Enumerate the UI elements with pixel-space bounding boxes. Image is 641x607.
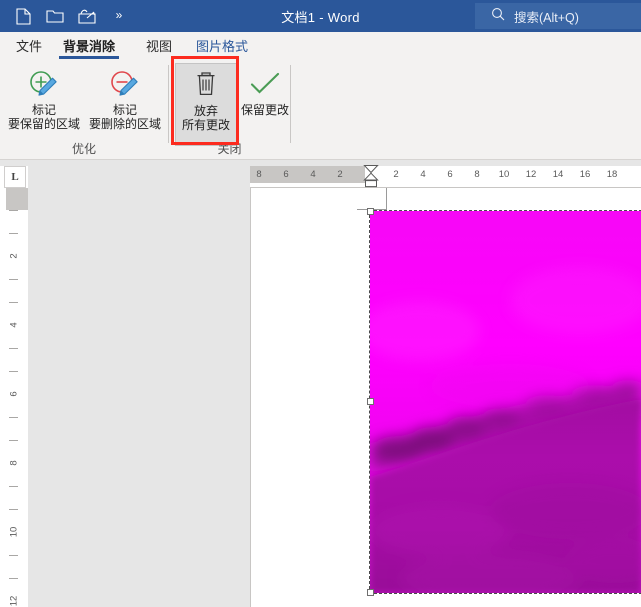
quick-access-toolbar: » (12, 0, 130, 32)
tab-view[interactable]: 视图 (138, 32, 180, 59)
vruler-tick-10: 10 (8, 526, 20, 538)
selected-picture[interactable] (369, 210, 641, 594)
mark-areas-to-remove-icon (108, 67, 142, 101)
search-placeholder: 搜索(Alt+Q) (514, 10, 579, 25)
mark-keep-label-2: 要保留的区域 (7, 117, 80, 131)
more-commands-icon[interactable]: » (108, 5, 130, 27)
page-margin-guide-vertical (386, 188, 387, 210)
ribbon-group-refine: 标记 要保留的区域 标记 要删除的区域 优化 (0, 59, 168, 159)
title-bar: » 文档1 - Word 搜索(Alt+Q) (0, 0, 641, 32)
hruler-tick-6l: 6 (283, 169, 289, 180)
horizontal-ruler[interactable]: 8 6 4 2 2 4 6 8 10 12 14 16 18 (250, 165, 641, 188)
hruler-tick-12: 12 (525, 169, 537, 180)
new-document-icon[interactable] (12, 5, 34, 27)
discard-all-changes-button[interactable]: 放弃 所有更改 (175, 63, 237, 146)
hruler-tick-6: 6 (447, 169, 453, 180)
horizontal-ruler-margin-shade (250, 166, 365, 183)
hruler-tick-4: 4 (420, 169, 426, 180)
hruler-tick-2l: 2 (337, 169, 343, 180)
mark-keep-label-1: 标记 (31, 103, 56, 117)
ribbon-group-separator-2 (290, 65, 291, 143)
checkmark-icon (248, 67, 282, 101)
workspace-left-background (28, 160, 250, 607)
ribbon: 标记 要保留的区域 标记 要删除的区域 优化 放弃 所有更改 保留更改 关闭 (0, 59, 641, 160)
ribbon-group-close: 放弃 所有更改 保留更改 关闭 (169, 59, 290, 159)
tab-file[interactable]: 文件 (8, 32, 50, 59)
resize-handle-bottom-left[interactable] (367, 589, 374, 596)
open-folder-icon[interactable] (44, 5, 66, 27)
resize-handle-top-left[interactable] (367, 208, 374, 215)
vruler-tick-4: 4 (8, 322, 20, 328)
resize-handle-middle-left[interactable] (367, 398, 374, 405)
tab-picture-format[interactable]: 图片格式 (188, 32, 256, 59)
trash-can-icon (193, 68, 219, 102)
hruler-tick-2: 2 (393, 169, 399, 180)
mark-areas-to-keep-icon (27, 67, 61, 101)
search-icon (491, 7, 505, 26)
mark-areas-to-keep-button[interactable]: 标记 要保留的区域 (5, 63, 83, 139)
more-commands-label: » (115, 7, 123, 22)
mark-areas-to-remove-button[interactable]: 标记 要删除的区域 (86, 63, 164, 139)
hruler-tick-8: 8 (474, 169, 480, 180)
indent-markers[interactable] (363, 165, 379, 188)
discard-all-label-2: 所有更改 (181, 118, 230, 132)
mark-remove-label-2: 要删除的区域 (88, 117, 161, 131)
hruler-tick-8l: 8 (256, 169, 262, 180)
keep-changes-button[interactable]: 保留更改 (237, 63, 293, 139)
hruler-tick-14: 14 (552, 169, 564, 180)
save-icon[interactable] (76, 5, 98, 27)
vertical-ruler-margin-shade (6, 188, 28, 210)
tab-stop-selector-button[interactable]: L (4, 166, 26, 188)
vertical-ruler[interactable]: 2 4 6 8 10 (0, 188, 28, 607)
discard-all-label-1: 放弃 (193, 104, 218, 118)
hruler-tick-16: 16 (579, 169, 591, 180)
ribbon-group-close-label: 关闭 (217, 142, 242, 156)
mark-remove-label-1: 标记 (112, 103, 137, 117)
tab-stop-glyph: L (11, 171, 19, 183)
word-window: » 文档1 - Word 搜索(Alt+Q) 文件 背景消除 视图 图片格式 标… (0, 0, 641, 607)
tab-background-removal[interactable]: 背景消除 (55, 32, 123, 59)
hruler-tick-18: 18 (606, 169, 618, 180)
vruler-tick-2: 2 (8, 253, 20, 259)
vruler-tick-8: 8 (8, 460, 20, 466)
search-box[interactable]: 搜索(Alt+Q) (475, 3, 641, 29)
hruler-tick-4l: 4 (310, 169, 316, 180)
hruler-tick-10: 10 (498, 169, 510, 180)
picture-content (370, 211, 641, 593)
keep-changes-label-1: 保留更改 (240, 103, 289, 117)
vruler-tick-6: 6 (8, 391, 20, 397)
ribbon-group-refine-label: 优化 (71, 142, 96, 156)
ribbon-tab-strip: 文件 背景消除 视图 图片格式 (0, 32, 641, 59)
